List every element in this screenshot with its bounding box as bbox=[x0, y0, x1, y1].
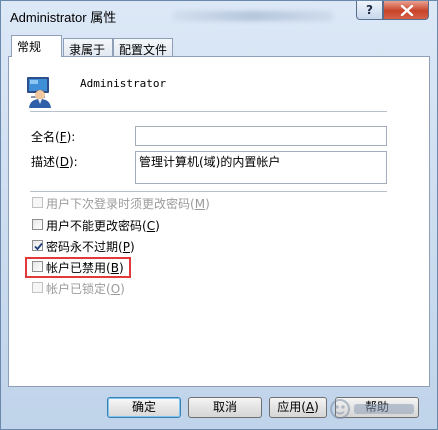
title-bar[interactable]: Administrator 属性 ? bbox=[1, 1, 437, 29]
checkbox-accesskey: C bbox=[146, 219, 156, 233]
tab-general-label: 常规 bbox=[17, 40, 42, 54]
description-accesskey: D bbox=[59, 155, 69, 169]
checkbox-label: 密码永不过期(P) bbox=[46, 240, 135, 254]
description-input[interactable]: 管理计算机(域)的内置帐户 bbox=[135, 151, 387, 184]
highlight-box bbox=[25, 257, 131, 278]
properties-dialog: Administrator 属性 ? 常规 隶属于 配置文件 Administr… bbox=[0, 0, 438, 430]
checkbox-accesskey: P bbox=[122, 240, 130, 254]
blurred-area bbox=[173, 11, 333, 21]
fullname-label-text: 全名 bbox=[31, 130, 56, 144]
description-label: 描述(D): bbox=[31, 155, 78, 169]
watermark-logo bbox=[330, 399, 414, 419]
checkmark-icon bbox=[34, 242, 43, 251]
user-icon bbox=[27, 77, 51, 108]
fullname-input[interactable] bbox=[135, 126, 387, 146]
tab-member-of[interactable]: 隶属于 bbox=[63, 38, 113, 57]
close-button[interactable] bbox=[383, 1, 429, 20]
user-name: Administrator bbox=[80, 77, 167, 90]
divider bbox=[30, 111, 387, 112]
fullname-label: 全名(F): bbox=[31, 130, 76, 144]
window-title: Administrator 属性 bbox=[10, 10, 117, 25]
checkbox-box[interactable] bbox=[32, 240, 43, 251]
fullname-label-suffix: ): bbox=[66, 130, 76, 144]
apply-button-label: 应用 bbox=[277, 400, 302, 414]
tab-general[interactable]: 常规 bbox=[11, 35, 62, 57]
checkbox-box[interactable] bbox=[32, 219, 43, 230]
description-label-suffix: ): bbox=[68, 155, 78, 169]
cancel-button[interactable]: 取消 bbox=[188, 397, 262, 418]
apply-accesskey: A bbox=[305, 400, 315, 414]
checkbox-box[interactable] bbox=[32, 282, 43, 293]
tab-member-of-label: 隶属于 bbox=[69, 43, 106, 57]
divider bbox=[30, 191, 387, 192]
checkbox-label-text: 用户不能更改密码 bbox=[46, 219, 143, 233]
help-icon: ? bbox=[366, 3, 373, 17]
checkbox-label-text: 帐户已锁定 bbox=[46, 282, 107, 296]
description-label-text: 描述 bbox=[31, 155, 56, 169]
checkbox-label: 用户下次登录时须更改密码(M) bbox=[46, 197, 210, 211]
apply-button[interactable]: 应用(A) bbox=[269, 397, 327, 418]
checkbox-label: 帐户已锁定(O) bbox=[46, 282, 125, 296]
checkbox-label: 用户不能更改密码(C) bbox=[46, 219, 160, 233]
checkbox-label-text: 用户下次登录时须更改密码 bbox=[46, 197, 191, 211]
checkbox-label-text: 密码永不过期 bbox=[46, 240, 119, 254]
tab-profile-label: 配置文件 bbox=[119, 43, 168, 57]
checkbox-box[interactable] bbox=[32, 197, 43, 208]
close-icon bbox=[400, 5, 414, 16]
ok-button[interactable]: 确定 bbox=[107, 397, 181, 418]
tab-profile[interactable]: 配置文件 bbox=[113, 38, 173, 57]
checkbox-accesskey: M bbox=[194, 197, 206, 211]
checkbox-accesskey: O bbox=[110, 282, 121, 296]
help-button[interactable]: ? bbox=[356, 1, 383, 20]
fullname-accesskey: F bbox=[59, 130, 67, 144]
